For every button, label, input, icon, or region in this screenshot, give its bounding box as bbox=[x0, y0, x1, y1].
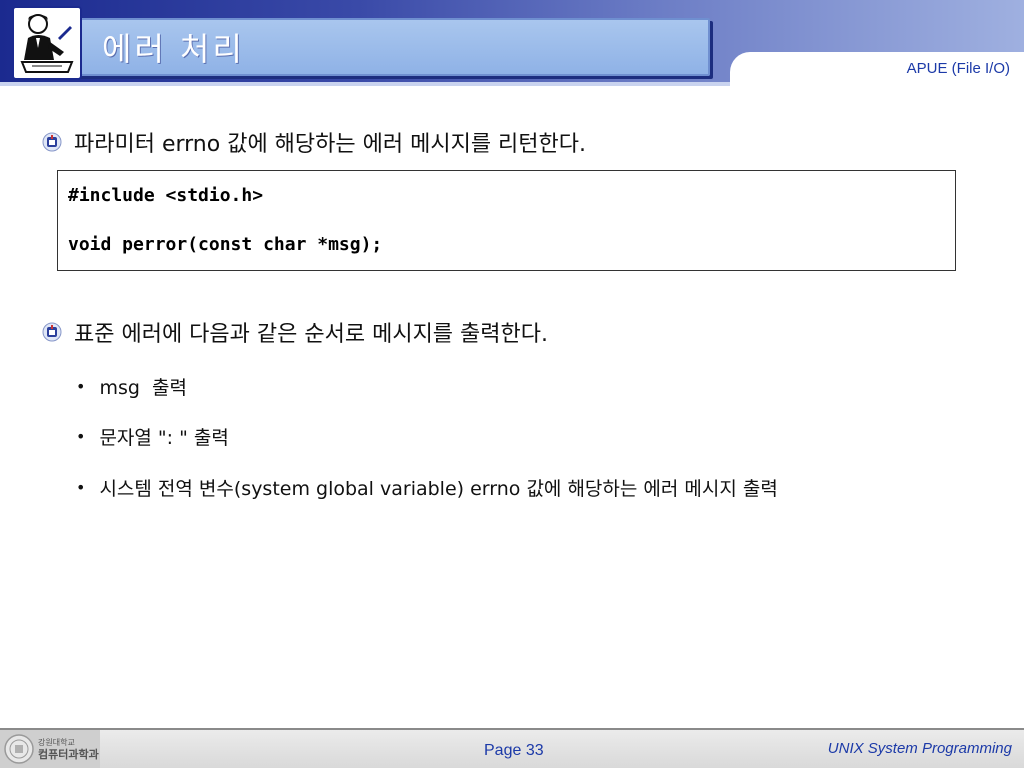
bullet-text-1: 파라미터 errno 값에 해당하는 에러 메시지를 리턴한다. bbox=[74, 132, 587, 157]
bullet-dot: • bbox=[76, 478, 86, 497]
bullet-item-2: 표준 에러에 다음과 같은 순서로 메시지를 출력한다. bbox=[42, 316, 548, 348]
footer-university: 강원대학교 컴퓨터과학과 bbox=[38, 737, 99, 761]
code-line-prototype: void perror(const char *msg); bbox=[68, 234, 383, 255]
section-label: APUE (File I/O) bbox=[906, 60, 1010, 77]
course-title: UNIX System Programming bbox=[827, 740, 1012, 757]
university-seal-icon bbox=[4, 734, 34, 764]
school-emblem-icon bbox=[42, 322, 62, 342]
sub-item-1: • msg 출력 bbox=[76, 373, 187, 400]
bullet-item-1: 파라미터 errno 값에 해당하는 에러 메시지를 리턴한다. bbox=[42, 126, 586, 158]
writer-at-desk-icon bbox=[12, 6, 82, 80]
sub-item-2: • 문자열 ": " 출력 bbox=[76, 423, 229, 450]
sub-item-text-2: 문자열 ": " 출력 bbox=[99, 427, 229, 449]
code-box: #include <stdio.h> void perror(const cha… bbox=[57, 170, 956, 271]
code-line-include: #include <stdio.h> bbox=[68, 185, 264, 206]
bullet-dot: • bbox=[76, 377, 86, 396]
footer-dept-name: 컴퓨터과학과 bbox=[38, 748, 99, 761]
slide-title: 에러 처리 bbox=[102, 30, 245, 68]
sub-item-text-1: msg 출력 bbox=[99, 377, 187, 399]
sub-item-text-3: 시스템 전역 변수(system global variable) errno … bbox=[99, 478, 778, 500]
school-emblem-icon bbox=[42, 132, 62, 152]
sub-item-3: • 시스템 전역 변수(system global variable) errn… bbox=[76, 474, 778, 501]
bullet-text-2: 표준 에러에 다음과 같은 순서로 메시지를 출력한다. bbox=[74, 322, 548, 347]
slide: 에러 처리 APUE (File I/O) 파라미터 errno 값에 해당하는… bbox=[0, 0, 1024, 768]
page-number: Page 33 bbox=[484, 742, 544, 759]
bullet-dot: • bbox=[76, 427, 86, 446]
